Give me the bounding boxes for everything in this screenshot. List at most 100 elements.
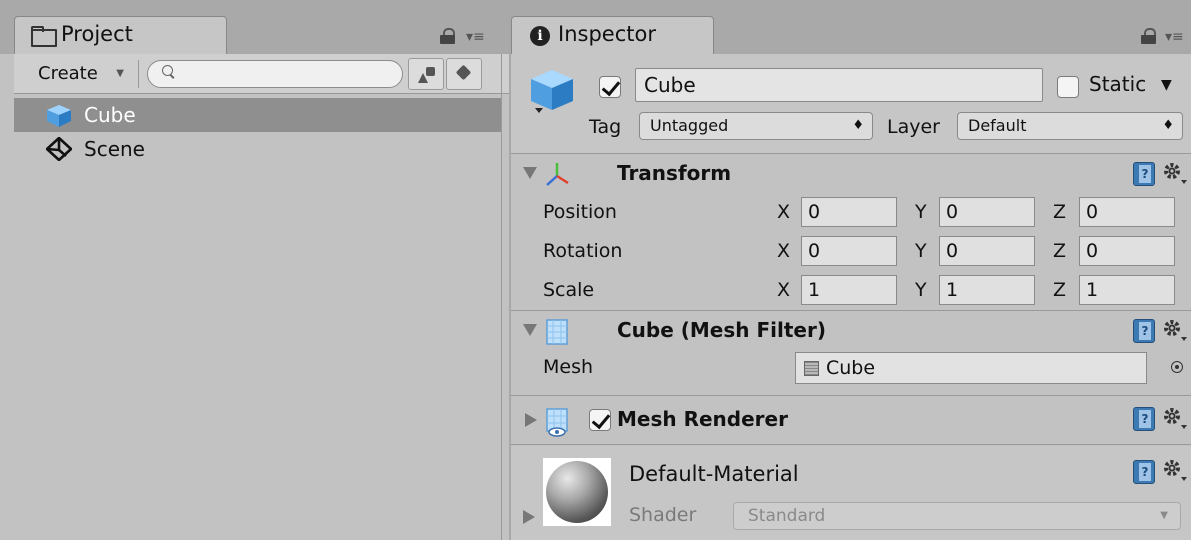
inspector-panel: i Inspector ▾≡ Cube Static ▼ Tag Untagge… <box>511 0 1191 540</box>
static-checkbox[interactable] <box>1057 76 1079 98</box>
component-title: Cube (Mesh Filter) <box>617 318 826 342</box>
lock-icon[interactable] <box>440 28 456 44</box>
gameobject-header: Cube Static ▼ Tag Untagged ♦ Layer Defau… <box>511 54 1191 154</box>
z-value-field[interactable]: 1 <box>1079 275 1175 305</box>
property-label: Rotation <box>543 240 623 262</box>
help-book-icon[interactable] <box>1133 319 1155 343</box>
layer-dropdown[interactable]: Default ♦ <box>957 112 1183 140</box>
help-book-icon[interactable] <box>1133 162 1155 186</box>
z-axis-label[interactable]: Z <box>1053 201 1066 223</box>
tag-label: Tag <box>589 116 622 138</box>
lock-icon[interactable] <box>1141 28 1157 44</box>
shader-value: Standard <box>748 506 826 526</box>
z-value-field[interactable]: 0 <box>1079 197 1175 227</box>
chevron-down-icon: ▼ <box>1160 510 1168 521</box>
material-preview-sphere[interactable] <box>543 458 611 526</box>
tab-inspector[interactable]: i Inspector <box>511 16 714 54</box>
panel-menu-icon[interactable]: ▾≡ <box>1165 30 1184 44</box>
x-value-field[interactable]: 0 <box>801 197 897 227</box>
search-input[interactable] <box>182 64 382 84</box>
gear-icon[interactable] <box>1161 406 1187 432</box>
component-title: Mesh Renderer <box>617 407 788 431</box>
list-item-label: Cube <box>84 103 136 127</box>
transform-row-position: Position X 0 Y 0 Z 0 <box>511 193 1191 232</box>
tab-project[interactable]: Project <box>14 16 227 54</box>
list-item-label: Scene <box>84 137 145 161</box>
create-label: Create <box>38 63 98 84</box>
mesh-filter-component: Cube (Mesh Filter) Mesh Cube <box>511 312 1191 396</box>
transform-rows: Position X 0 Y 0 Z 0 Rotation X 0 Y 0 Z 0 Scale X 1 Y 1 Z 1 <box>511 193 1191 310</box>
transform-row-rotation: Rotation X 0 Y 0 Z 0 <box>511 232 1191 271</box>
transform-header[interactable]: Transform <box>511 155 1191 193</box>
gear-icon[interactable] <box>1161 161 1187 187</box>
cube-icon <box>47 105 71 127</box>
material-section: Default-Material Shader Standard ▼ <box>511 446 1191 540</box>
project-panel: Project ▾≡ Create ▼ Cube Scene <box>0 0 509 540</box>
x-axis-label[interactable]: X <box>777 279 790 301</box>
x-value-field[interactable]: 0 <box>801 236 897 266</box>
info-icon: i <box>530 26 550 46</box>
component-title: Transform <box>617 161 732 185</box>
project-tab-label: Project <box>61 22 133 46</box>
z-axis-label[interactable]: Z <box>1053 279 1066 301</box>
gameobject-cube-icon[interactable] <box>529 68 575 114</box>
property-label: Position <box>543 201 617 223</box>
panel-border <box>501 54 502 540</box>
shapes-icon <box>418 67 436 83</box>
create-dropdown-button[interactable]: Create ▼ <box>24 58 134 90</box>
mesh-icon <box>804 361 819 376</box>
mesh-object-field[interactable]: Cube <box>795 352 1147 384</box>
object-picker-icon[interactable] <box>1171 361 1183 373</box>
foldout-arrow-icon[interactable] <box>525 413 537 427</box>
list-item-scene[interactable]: Scene <box>14 132 501 166</box>
toolbar-divider <box>138 60 139 88</box>
filter-by-label-button[interactable] <box>446 58 482 90</box>
search-icon <box>162 65 176 79</box>
tag-icon <box>456 67 474 83</box>
inspector-tab-label: Inspector <box>558 22 656 46</box>
y-axis-label[interactable]: Y <box>915 240 927 262</box>
x-value-field[interactable]: 1 <box>801 275 897 305</box>
help-book-icon[interactable] <box>1133 460 1155 484</box>
mesh-renderer-component: Mesh Renderer <box>511 397 1191 445</box>
z-axis-label[interactable]: Z <box>1053 240 1066 262</box>
y-value-field[interactable]: 1 <box>939 275 1035 305</box>
gameobject-name-field[interactable]: Cube <box>635 68 1043 102</box>
shader-dropdown[interactable]: Standard ▼ <box>733 502 1181 530</box>
mesh-filter-header[interactable]: Cube (Mesh Filter) <box>511 312 1191 350</box>
active-checkbox[interactable] <box>599 76 621 98</box>
transform-axes-icon <box>546 163 569 186</box>
y-axis-label[interactable]: Y <box>915 279 927 301</box>
layer-label: Layer <box>887 116 940 138</box>
static-dropdown-icon[interactable]: ▼ <box>1161 77 1172 93</box>
updown-icon: ♦ <box>1162 118 1174 133</box>
foldout-arrow-icon[interactable] <box>523 324 537 336</box>
project-toolbar: Create ▼ <box>14 54 509 94</box>
list-item-cube[interactable]: Cube <box>14 98 501 132</box>
layer-value: Default <box>968 116 1027 135</box>
z-value-field[interactable]: 0 <box>1079 236 1175 266</box>
y-value-field[interactable]: 0 <box>939 236 1035 266</box>
help-book-icon[interactable] <box>1133 407 1155 431</box>
property-label: Scale <box>543 279 595 301</box>
gear-icon[interactable] <box>1161 318 1187 344</box>
chevron-down-icon: ▼ <box>116 68 124 79</box>
x-axis-label[interactable]: X <box>777 201 790 223</box>
y-value-field[interactable]: 0 <box>939 197 1035 227</box>
tag-dropdown[interactable]: Untagged ♦ <box>639 112 873 140</box>
foldout-arrow-icon[interactable] <box>523 510 535 524</box>
material-name: Default-Material <box>629 462 799 486</box>
mesh-renderer-icon <box>546 408 568 437</box>
gear-icon[interactable] <box>1161 458 1187 484</box>
filter-by-type-button[interactable] <box>408 58 444 90</box>
transform-row-scale: Scale X 1 Y 1 Z 1 <box>511 271 1191 310</box>
foldout-arrow-icon[interactable] <box>523 167 537 179</box>
y-axis-label[interactable]: Y <box>915 201 927 223</box>
transform-component: Transform PositionX0Y0Z0RotationX0Y0Z0Sc… <box>511 155 1191 311</box>
x-axis-label[interactable]: X <box>777 240 790 262</box>
mesh-renderer-header[interactable]: Mesh Renderer <box>511 397 1191 443</box>
renderer-enabled-checkbox[interactable] <box>589 409 611 431</box>
panel-menu-icon[interactable]: ▾≡ <box>466 30 485 44</box>
search-field[interactable] <box>147 60 403 88</box>
mesh-value: Cube <box>826 357 876 379</box>
